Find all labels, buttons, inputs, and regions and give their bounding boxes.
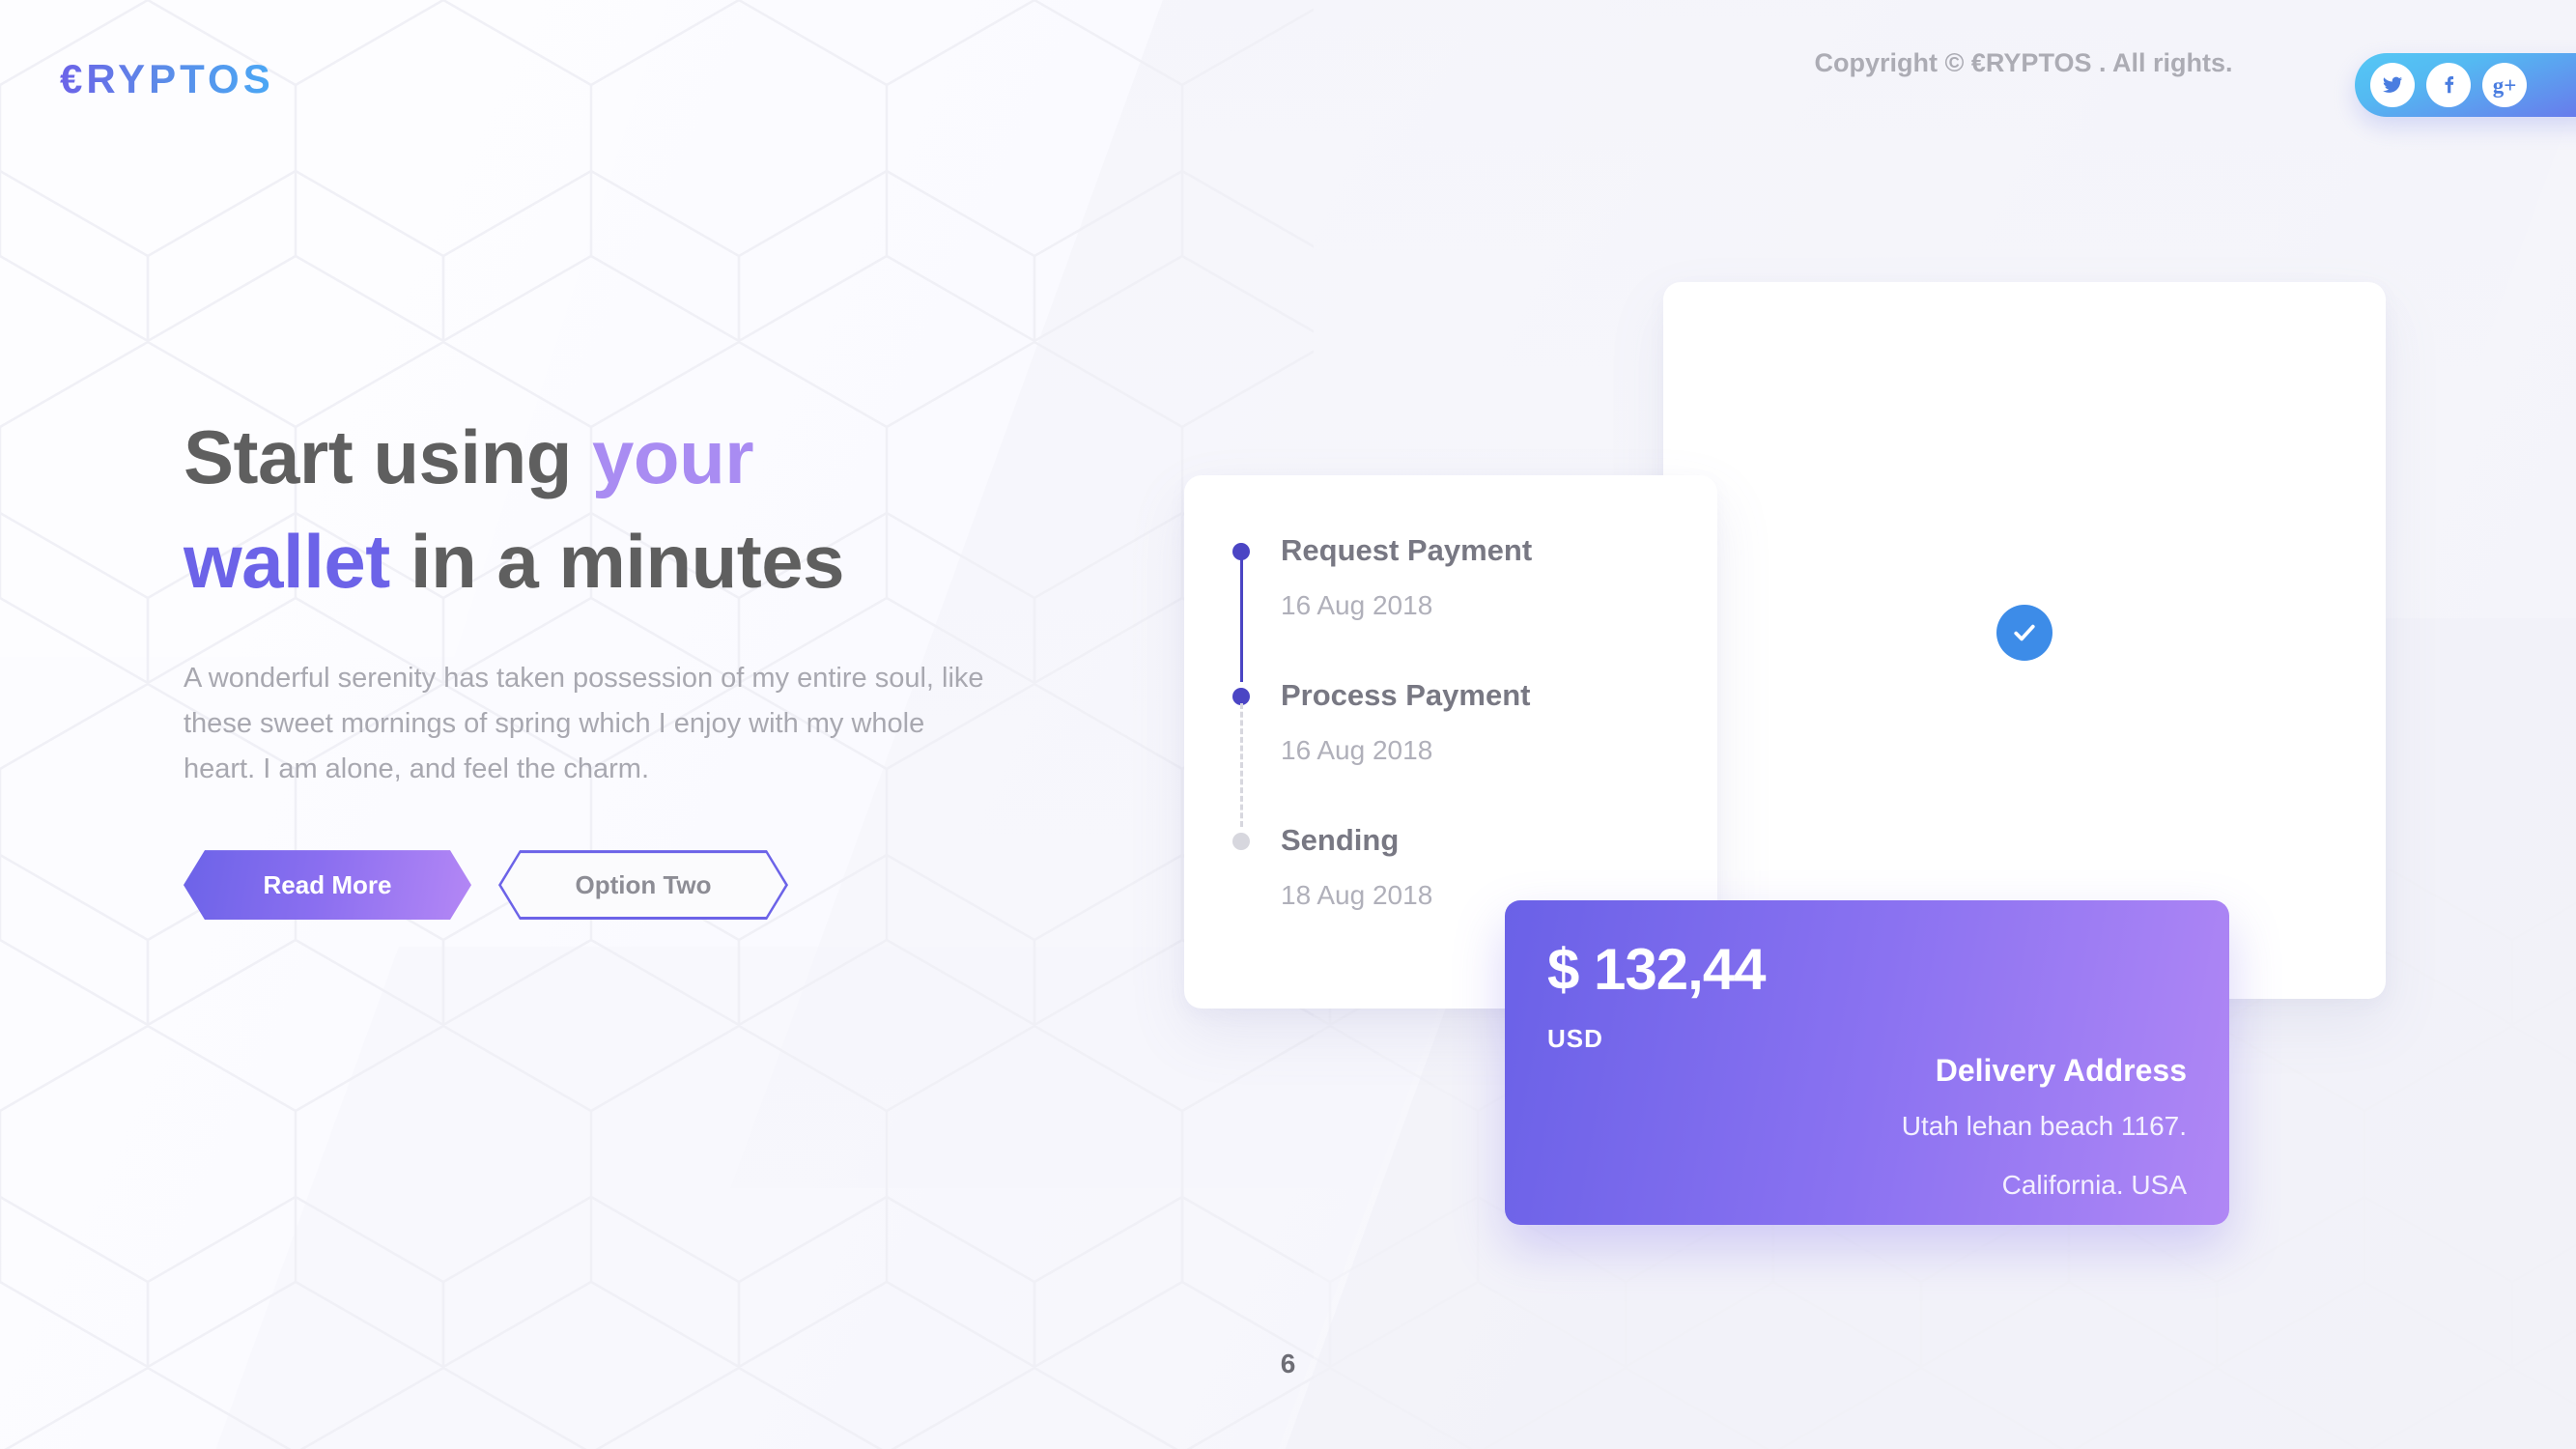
timeline-item-title: Request Payment (1281, 533, 1533, 567)
facebook-icon[interactable] (2426, 63, 2471, 107)
option-two-button[interactable]: Option Two (498, 850, 788, 920)
timeline-item-title: Process Payment (1281, 678, 1531, 712)
timeline-item[interactable]: Request Payment 16 Aug 2018 (1232, 533, 1717, 682)
profile-card: Jesse Refreson (1663, 282, 2386, 1132)
payment-amount: $ 132,44 (1547, 937, 1767, 1002)
timeline-dot-icon (1232, 833, 1250, 850)
delivery-address-block: Delivery Address Utah lehan beach 1167. … (1902, 1055, 2187, 1204)
brand-logo[interactable]: €RYPTOS (60, 56, 274, 102)
slide-canvas: €RYPTOS Copyright © €RYPTOS . All rights… (0, 0, 2576, 1449)
google-plus-label: g+ (2492, 72, 2517, 98)
hero-button-group: Read More Option Two (184, 850, 1111, 920)
social-links-bar: g+ (2355, 53, 2576, 117)
hero-paragraph: A wonderful serenity has taken possessio… (184, 663, 984, 785)
timeline-item-date: 16 Aug 2018 (1281, 590, 1433, 620)
hero-title-part1: Start using (184, 414, 593, 499)
hero-section: Start using your wallet in a minutes A w… (184, 406, 1111, 920)
hero-title-part2: in a minutes (389, 518, 845, 604)
option-two-label: Option Two (501, 853, 785, 917)
timeline-item[interactable]: Process Payment 16 Aug 2018 (1232, 678, 1717, 827)
page-title: Start using your wallet in a minutes (184, 406, 1111, 613)
google-plus-icon[interactable]: g+ (2482, 63, 2527, 107)
timeline-item-date: 16 Aug 2018 (1281, 735, 1433, 765)
read-more-button[interactable]: Read More (184, 850, 471, 920)
timeline-connector-dashed (1240, 703, 1243, 827)
twitter-icon[interactable] (2370, 63, 2415, 107)
delivery-address-line1: Utah lehan beach 1167. (1901, 1111, 2187, 1141)
delivery-address-line2: California. USA (2001, 1170, 2187, 1201)
timeline-connector-solid (1240, 558, 1243, 682)
payment-currency: USD (1547, 1024, 1603, 1053)
hero-title-highlight-wallet: wallet (184, 518, 390, 604)
delivery-address-title: Delivery Address (1935, 1053, 2187, 1088)
payment-amount-card: $ 132,44 USD Delivery Address Utah lehan… (1505, 900, 2229, 1225)
timeline-item-title: Sending (1281, 823, 1400, 857)
verified-check-icon[interactable] (1996, 605, 2052, 661)
page-number: 6 (1280, 1349, 1296, 1378)
hero-title-highlight-your: your (592, 414, 754, 499)
copyright-text: Copyright © €RYPTOS . All rights. (1814, 48, 2233, 77)
